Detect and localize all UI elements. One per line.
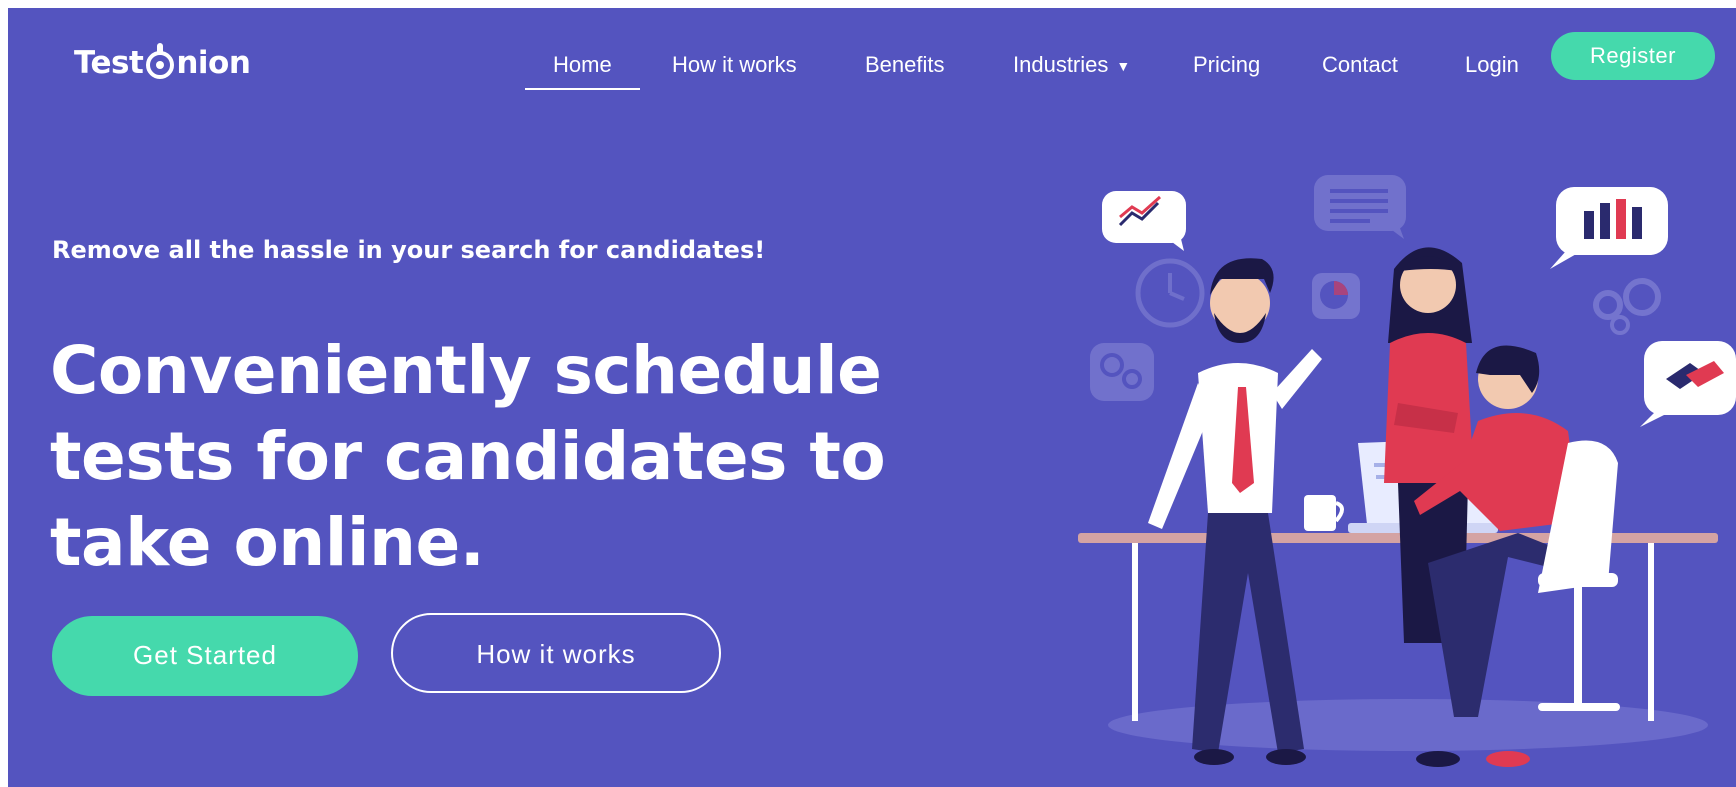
logo-text-nion: nion [176, 45, 251, 81]
chart-bubble-icon [1102, 191, 1186, 251]
gears-right-icon [1593, 278, 1661, 335]
nav-pricing[interactable]: Pricing [1193, 44, 1260, 86]
hero-section: Test nion Home How it works Benefits Indu… [8, 8, 1736, 787]
nav-how-it-works[interactable]: How it works [672, 44, 797, 86]
hero-headline: Conveniently schedule tests for candidat… [50, 332, 886, 581]
document-bubble-icon [1314, 175, 1406, 239]
team-illustration [1078, 175, 1736, 767]
get-started-button[interactable]: Get Started [52, 616, 358, 696]
how-it-works-button[interactable]: How it works [391, 613, 721, 693]
nav-contact[interactable]: Contact [1322, 44, 1398, 86]
clock-icon [1135, 258, 1205, 328]
bar-chart-bubble-icon [1550, 187, 1668, 269]
nav-industries[interactable]: Industries ▼ [1013, 44, 1130, 86]
hero-tagline: Remove all the hassle in your search for… [52, 236, 766, 264]
standing-man-figure [1148, 258, 1322, 765]
desk-leg-right [1648, 543, 1654, 721]
onion-icon [146, 43, 175, 79]
gears-icon [1090, 343, 1154, 401]
coffee-cup-icon [1304, 495, 1344, 531]
register-button[interactable]: Register [1551, 32, 1715, 80]
desk-leg-left [1132, 543, 1138, 721]
handshake-bubble-icon [1640, 341, 1736, 427]
nav-login[interactable]: Login [1465, 44, 1519, 86]
nav-industries-label: Industries [1013, 52, 1109, 77]
desk-top [1078, 533, 1718, 543]
pie-chart-icon [1312, 273, 1360, 319]
caret-down-icon: ▼ [1116, 58, 1131, 75]
nav-home[interactable]: Home [525, 44, 640, 90]
logo-text-test: Test [74, 45, 144, 81]
testonion-logo[interactable]: Test nion [74, 40, 251, 86]
nav-benefits[interactable]: Benefits [865, 44, 945, 86]
